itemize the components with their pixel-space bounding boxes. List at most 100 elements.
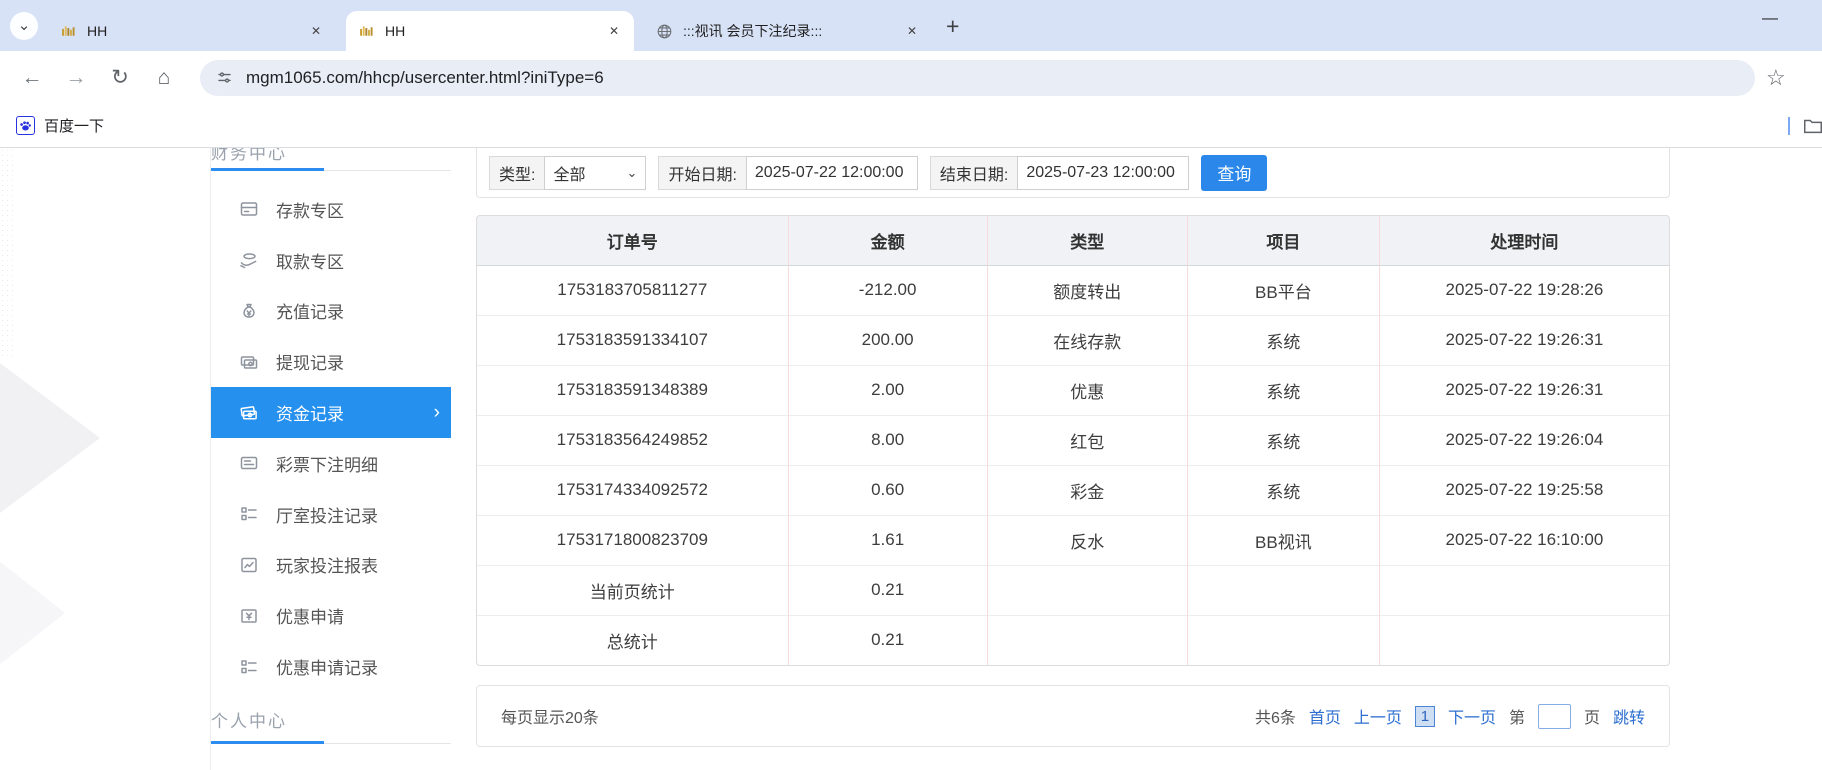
sidebar-item-存款专区[interactable]: 存款专区 — [211, 184, 451, 235]
tabs-container: HH ✕ HH ✕:::视讯 会员下注纪录::: ✕ — [38, 11, 932, 51]
table-cell: 0.60 — [787, 464, 988, 515]
next-page-link[interactable]: 下一页 — [1448, 704, 1496, 728]
table-row: 1753183564249852 8.00 红包 系统 2025-07-22 19:26… — [477, 414, 1669, 465]
sidebar-item-充值记录[interactable]: 充值记录 — [211, 286, 451, 337]
sidebar-item-优惠申请记录[interactable]: 优惠申请记录 — [211, 641, 451, 692]
url-text[interactable]: mgm1065.com/hhcp/usercenter.html?iniType… — [246, 68, 604, 88]
browser-tab[interactable]: :::视讯 会员下注纪录::: ✕ — [644, 11, 932, 51]
forward-icon[interactable]: → — [54, 66, 98, 90]
decorative-triangle — [0, 348, 100, 528]
table-row: 1753183591348389 2.00 优惠 系统 2025-07-22 19:26… — [477, 364, 1669, 415]
bookmark-star-icon[interactable]: ☆ — [1766, 65, 1786, 91]
type-select[interactable]: 全部 ⌄ — [544, 155, 647, 190]
tab-title: HH — [87, 23, 108, 39]
table-cell — [1378, 564, 1669, 615]
sidebar-item-label: 取款专区 — [276, 252, 344, 272]
table-cell: 1.61 — [787, 514, 988, 565]
table-cell: 反水 — [986, 514, 1188, 565]
sidebar-item-彩票下注明细[interactable]: 彩票下注明细 — [211, 438, 451, 489]
folder-icon[interactable] — [1802, 115, 1822, 142]
sidebar-item-取款专区[interactable]: 取款专区 — [211, 235, 451, 286]
panel-caret — [1788, 117, 1790, 135]
tab-title: :::视讯 会员下注纪录::: — [683, 23, 823, 39]
sidebar-item-label: 彩票下注明细 — [276, 455, 378, 475]
table-cell — [1186, 614, 1380, 665]
address-bar[interactable]: mgm1065.com/hhcp/usercenter.html?iniType… — [200, 59, 1755, 96]
table-cell: 优惠 — [986, 364, 1188, 415]
records-table-wrap: 订单号 金额 类型 项目 处理时间 1753183705811277 -212.00 额度转出… — [476, 215, 1670, 666]
section-title: 个人中心 — [211, 711, 287, 731]
table-cell: 2025-07-22 19:28:26 — [1378, 265, 1669, 315]
jump-page-input[interactable] — [1537, 703, 1571, 729]
prev-page-link[interactable]: 上一页 — [1354, 704, 1402, 728]
table-cell: 系统 — [1186, 464, 1380, 515]
first-page-link[interactable]: 首页 — [1309, 704, 1341, 728]
sidebar-menu: 存款专区 取款专区 充值记录 提现记录 资金记录 › 彩票下注明细 厅室投注记录 玩家投注报表优… — [211, 184, 451, 692]
minimize-button[interactable]: — — [1762, 10, 1778, 28]
section-underline — [211, 168, 451, 171]
sidebar-item-玩家投注报表[interactable]: 玩家投注报表 — [211, 540, 451, 591]
globe-favicon — [656, 23, 673, 40]
tab-close-icon[interactable]: ✕ — [304, 21, 328, 41]
tab-search-button[interactable]: ⌄ — [10, 12, 38, 40]
back-icon[interactable]: ← — [10, 66, 54, 90]
main-panel: 类型: 全部 ⌄ 开始日期: 结束日期: 查询 订单号金额类型项目处理时 — [476, 148, 1670, 747]
tab-title: HH — [385, 23, 406, 39]
column-header: 金额 — [787, 216, 988, 266]
browser-tab[interactable]: HH ✕ — [48, 11, 336, 51]
sidebar-item-优惠申请[interactable]: 优惠申请 — [211, 590, 451, 641]
table-row: 当前页统计 0.21 — [477, 564, 1669, 615]
end-date-label: 结束日期: — [929, 155, 1018, 190]
table-row: 1753183705811277 -212.00 额度转出 BB平台 2025-07-2… — [477, 265, 1669, 315]
browser-tab[interactable]: HH ✕ — [346, 11, 634, 51]
jump-prefix: 第 — [1508, 710, 1525, 727]
table-cell: 2025-07-22 19:26:31 — [1378, 314, 1669, 365]
bookmarks-bar: 百度一下 — [0, 104, 1822, 148]
end-date-input[interactable] — [1017, 155, 1190, 190]
sidebar-item-label: 提现记录 — [276, 354, 344, 374]
table-cell: 2025-07-22 19:26:04 — [1378, 414, 1669, 465]
sidebar-item-label: 优惠申请记录 — [276, 659, 378, 679]
new-tab-button[interactable]: + — [946, 15, 959, 38]
column-header: 类型 — [986, 216, 1188, 266]
section-underline — [211, 740, 451, 744]
table-cell: 系统 — [1186, 364, 1380, 415]
tab-close-icon[interactable]: ✕ — [900, 21, 924, 41]
current-page-badge[interactable]: 1 — [1414, 705, 1435, 727]
table-cell: 红包 — [986, 414, 1188, 465]
table-cell: 当前页统计 — [477, 564, 789, 615]
table-cell: 1753183591348389 — [477, 364, 789, 415]
table-cell: 1753171800823709 — [477, 514, 789, 565]
table-cell: 1753183591334107 — [477, 314, 789, 365]
start-date-input[interactable] — [745, 155, 918, 190]
sidebar-item-label: 资金记录 — [276, 405, 344, 425]
search-button[interactable]: 查询 — [1201, 154, 1268, 191]
tab-close-icon[interactable]: ✕ — [602, 21, 626, 41]
total-count: 共6条 — [1255, 710, 1296, 727]
sidebar-item-label: 存款专区 — [276, 201, 344, 221]
table-cell: 额度转出 — [986, 265, 1188, 315]
reload-icon[interactable]: ↻ — [98, 65, 142, 90]
table-cell: BB平台 — [1186, 265, 1380, 315]
bookmark-baidu[interactable]: 百度一下 — [16, 115, 104, 136]
sidebar-item-资金记录[interactable]: 资金记录 › — [211, 387, 451, 438]
home-icon[interactable]: ⌂ — [142, 66, 186, 90]
sidebar-item-厅室投注记录[interactable]: 厅室投注记录 — [211, 489, 451, 540]
sidebar-item-label: 厅室投注记录 — [276, 506, 378, 526]
site-settings-icon[interactable] — [216, 69, 233, 86]
gold-bars-favicon — [60, 23, 77, 40]
decorative-triangle — [0, 538, 65, 688]
table-row: 1753183591334107 200.00 在线存款 系统 2025-07-22 1… — [477, 314, 1669, 365]
background-texture — [0, 148, 16, 358]
sidebar-item-提现记录[interactable]: 提现记录 — [211, 336, 451, 387]
promo-apply-icon — [239, 606, 259, 626]
jump-button[interactable]: 跳转 — [1613, 704, 1645, 728]
table-cell: 2025-07-22 16:10:00 — [1378, 514, 1669, 565]
bookmark-label: 百度一下 — [44, 118, 105, 135]
sidebar: 财务中心 存款专区 取款专区 充值记录 提现记录 资金记录 › 彩票下注明细 厅室投注记录 玩家… — [210, 148, 451, 770]
deposit-card-icon — [239, 199, 259, 219]
table-cell: 系统 — [1186, 314, 1380, 365]
withdraw-record-icon — [239, 352, 259, 372]
page-size-text: 每页显示20条 — [501, 710, 599, 727]
gold-bars-favicon — [358, 23, 375, 40]
